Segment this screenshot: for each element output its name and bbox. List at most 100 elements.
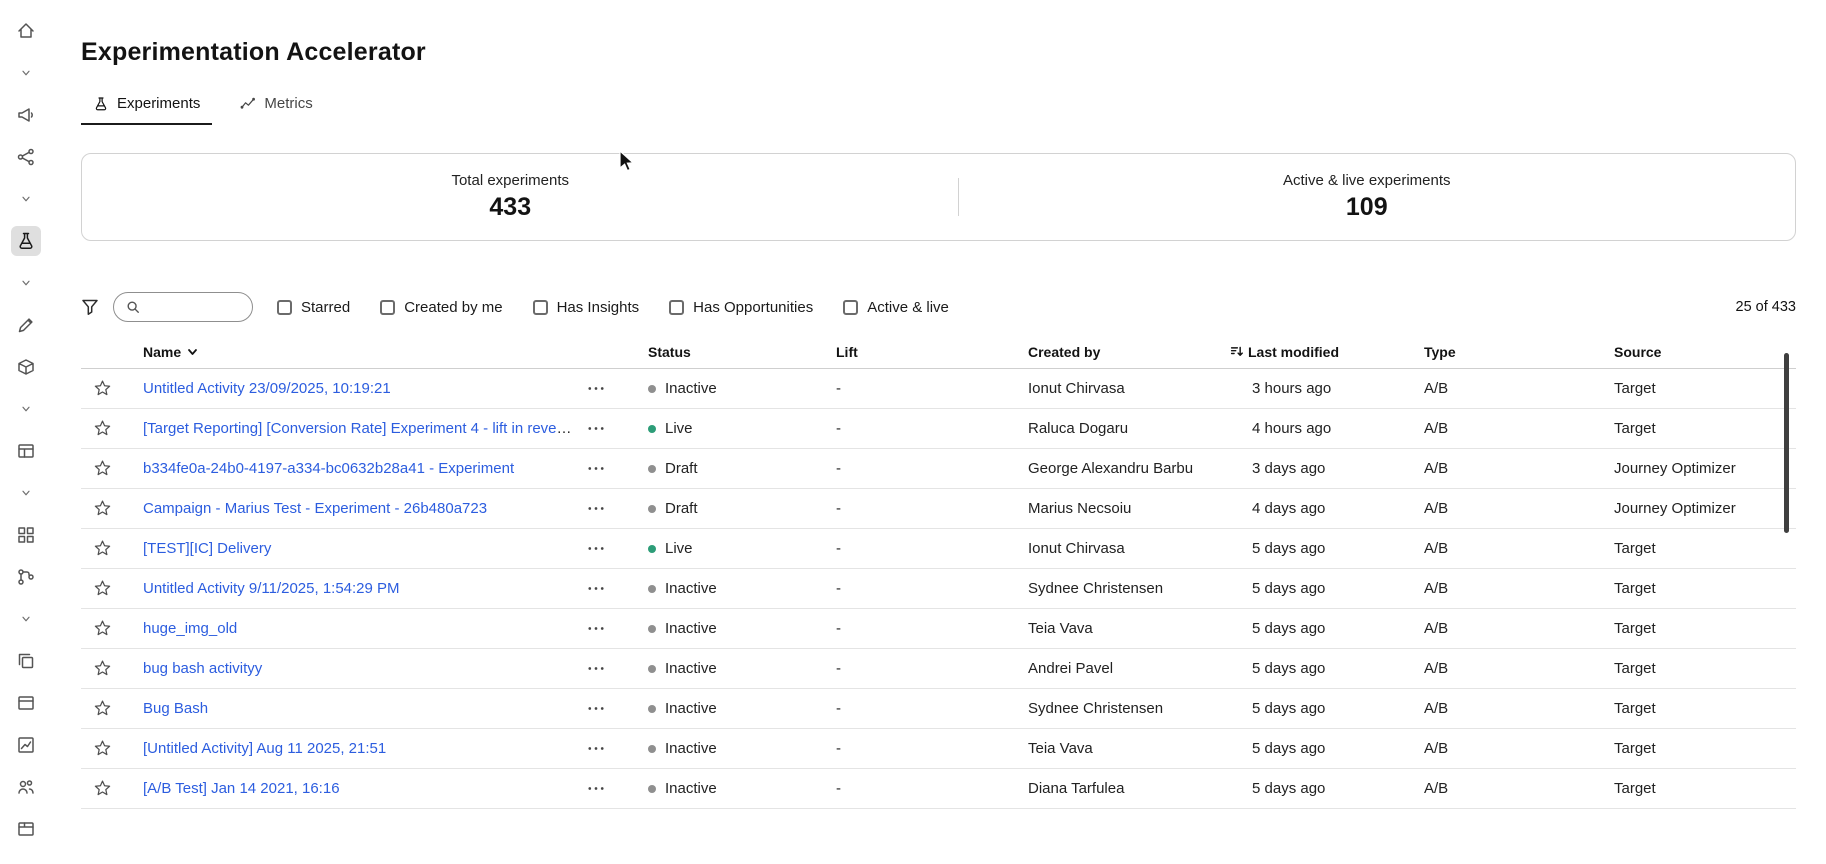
name-cell: [TEST][IC] Delivery bbox=[143, 540, 588, 557]
filter-checkbox[interactable]: Has Insights bbox=[533, 299, 640, 316]
lift-value: - bbox=[836, 460, 1028, 477]
stat-value: 109 bbox=[939, 193, 1796, 222]
star-icon[interactable] bbox=[93, 659, 112, 678]
users-icon[interactable] bbox=[11, 772, 41, 802]
search-input[interactable] bbox=[146, 298, 240, 316]
experiment-name-link[interactable]: [A/B Test] Jan 14 2021, 16:16 bbox=[143, 780, 340, 797]
chevron-down-icon[interactable] bbox=[11, 478, 41, 508]
row-actions-button[interactable] bbox=[588, 546, 648, 551]
type-value: A/B bbox=[1424, 780, 1614, 797]
name-cell: Untitled Activity 23/09/2025, 10:19:21 bbox=[143, 380, 588, 397]
star-icon[interactable] bbox=[93, 499, 112, 518]
experiment-name-link[interactable]: Untitled Activity 9/11/2025, 1:54:29 PM bbox=[143, 580, 400, 597]
grid-icon[interactable] bbox=[11, 520, 41, 550]
checkbox-box[interactable] bbox=[669, 300, 684, 315]
lift-value: - bbox=[836, 500, 1028, 517]
status-label: Live bbox=[665, 540, 693, 557]
row-actions-button[interactable] bbox=[588, 506, 648, 511]
experiment-name-link[interactable]: bug bash activityy bbox=[143, 660, 262, 677]
vertical-scrollbar-thumb[interactable] bbox=[1784, 353, 1789, 533]
status-dot bbox=[648, 425, 656, 433]
row-actions-button[interactable] bbox=[588, 706, 648, 711]
table-row: Untitled Activity 23/09/2025, 10:19:21 I… bbox=[81, 369, 1796, 409]
type-value: A/B bbox=[1424, 700, 1614, 717]
chart-icon[interactable] bbox=[11, 730, 41, 760]
filter-checkbox[interactable]: Starred bbox=[277, 299, 350, 316]
star-cell bbox=[81, 659, 143, 678]
checkbox-box[interactable] bbox=[277, 300, 292, 315]
lift-value: - bbox=[836, 380, 1028, 397]
box-icon[interactable] bbox=[11, 352, 41, 382]
name-cell: huge_img_old bbox=[143, 620, 588, 637]
status-label: Live bbox=[665, 420, 693, 437]
star-icon[interactable] bbox=[93, 739, 112, 758]
chevron-down-icon[interactable] bbox=[11, 604, 41, 634]
chevron-down-icon[interactable] bbox=[11, 394, 41, 424]
stat-total-experiments: Total experiments 433 bbox=[82, 172, 939, 222]
experiment-name-link[interactable]: huge_img_old bbox=[143, 620, 237, 637]
workflow-icon[interactable] bbox=[11, 142, 41, 172]
megaphone-icon[interactable] bbox=[11, 100, 41, 130]
window-tabs-icon[interactable] bbox=[11, 814, 41, 844]
filter-funnel-icon[interactable] bbox=[81, 297, 101, 317]
star-icon[interactable] bbox=[93, 379, 112, 398]
star-icon[interactable] bbox=[93, 779, 112, 798]
row-actions-button[interactable] bbox=[588, 786, 648, 791]
source-value: Target bbox=[1614, 780, 1796, 797]
checkbox-box[interactable] bbox=[843, 300, 858, 315]
copy-icon[interactable] bbox=[11, 646, 41, 676]
experiment-name-link[interactable]: Untitled Activity 23/09/2025, 10:19:21 bbox=[143, 380, 391, 397]
name-cell: Bug Bash bbox=[143, 700, 588, 717]
panel-icon[interactable] bbox=[11, 688, 41, 718]
checkbox-label: Has Opportunities bbox=[693, 299, 813, 316]
experiment-name-link[interactable]: Campaign - Marius Test - Experiment - 26… bbox=[143, 500, 487, 517]
experiment-name-link[interactable]: [Untitled Activity] Aug 11 2025, 21:51 bbox=[143, 740, 386, 757]
row-actions-button[interactable] bbox=[588, 426, 648, 431]
filter-checkbox[interactable]: Created by me bbox=[380, 299, 502, 316]
column-header-last-modified[interactable]: Last modified bbox=[1230, 344, 1424, 360]
search-box[interactable] bbox=[113, 292, 253, 322]
checkbox-box[interactable] bbox=[380, 300, 395, 315]
chevron-down-icon[interactable] bbox=[11, 184, 41, 214]
type-value: A/B bbox=[1424, 620, 1614, 637]
star-icon[interactable] bbox=[93, 579, 112, 598]
star-icon[interactable] bbox=[93, 619, 112, 638]
row-actions-button[interactable] bbox=[588, 586, 648, 591]
row-actions-button[interactable] bbox=[588, 626, 648, 631]
star-icon[interactable] bbox=[93, 419, 112, 438]
more-icon bbox=[588, 626, 604, 631]
created-by-value: Diana Tarfulea bbox=[1028, 780, 1252, 797]
last-modified-value: 5 days ago bbox=[1252, 740, 1424, 757]
experiment-name-link[interactable]: Bug Bash bbox=[143, 700, 208, 717]
filter-bar: Starred Created by me Has Insights Has O… bbox=[81, 291, 1796, 323]
status-cell: Inactive bbox=[648, 380, 836, 397]
column-header-name[interactable]: Name bbox=[143, 344, 588, 360]
chevron-down-icon[interactable] bbox=[11, 268, 41, 298]
star-cell bbox=[81, 579, 143, 598]
experiment-name-link[interactable]: [Target Reporting] [Conversion Rate] Exp… bbox=[143, 420, 582, 437]
filter-checkbox[interactable]: Has Opportunities bbox=[669, 299, 813, 316]
star-icon[interactable] bbox=[93, 699, 112, 718]
star-cell bbox=[81, 459, 143, 478]
row-actions-button[interactable] bbox=[588, 386, 648, 391]
experiment-name-link[interactable]: b334fe0a-24b0-4197-a334-bc0632b28a41 - E… bbox=[143, 460, 514, 477]
status-label: Inactive bbox=[665, 740, 717, 757]
tab-experiments[interactable]: Experiments bbox=[81, 91, 212, 125]
star-icon[interactable] bbox=[93, 539, 112, 558]
star-icon[interactable] bbox=[93, 459, 112, 478]
chevron-down-icon[interactable] bbox=[11, 58, 41, 88]
row-actions-button[interactable] bbox=[588, 666, 648, 671]
data-table-icon[interactable] bbox=[11, 436, 41, 466]
row-actions-button[interactable] bbox=[588, 746, 648, 751]
created-by-value: Teia Vava bbox=[1028, 740, 1252, 757]
branch-icon[interactable] bbox=[11, 562, 41, 592]
filter-checkbox[interactable]: Active & live bbox=[843, 299, 949, 316]
edit-icon[interactable] bbox=[11, 310, 41, 340]
status-cell: Inactive bbox=[648, 660, 836, 677]
home-icon[interactable] bbox=[11, 16, 41, 46]
experiment-name-link[interactable]: [TEST][IC] Delivery bbox=[143, 540, 271, 557]
checkbox-box[interactable] bbox=[533, 300, 548, 315]
row-actions-button[interactable] bbox=[588, 466, 648, 471]
experiments-flask-icon[interactable] bbox=[11, 226, 41, 256]
tab-metrics[interactable]: Metrics bbox=[228, 91, 324, 125]
